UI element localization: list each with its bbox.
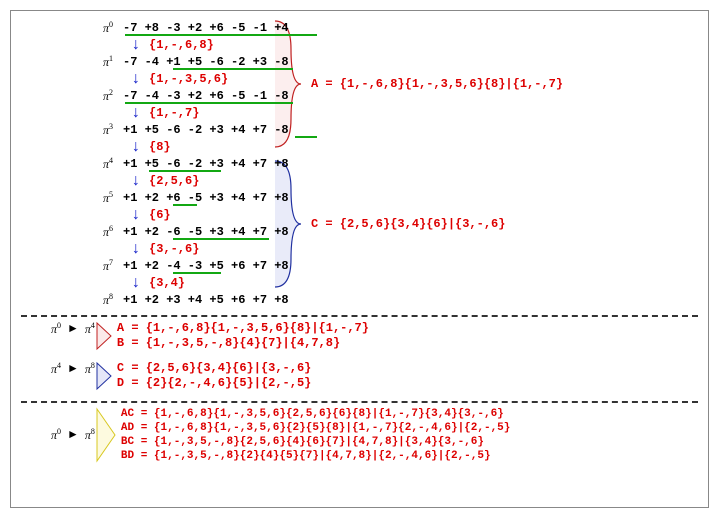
- step-set-4: {2,5,6}: [149, 174, 199, 188]
- combined-section: π0 ► π8 AC = {1,-,6,8}{1,-,3,5,6}{2,5,6}…: [21, 407, 698, 463]
- down-arrow-icon: ↓: [131, 277, 145, 289]
- perm-4: +1 +5 -6 -2 +3 +4 +7 +8: [123, 157, 289, 171]
- step-set-6: {3,-,6}: [149, 242, 199, 256]
- step-7: ↓ {3,4}: [131, 275, 698, 291]
- divider-2: [21, 401, 698, 403]
- set-AC: AC = {1,-,6,8}{1,-,3,5,6}{2,5,6}{6}{8}|{…: [121, 407, 510, 421]
- pi-label-4: π4: [81, 156, 113, 172]
- pi4-inline: π4: [85, 321, 95, 337]
- perm-row-1: π1 -7 -4 +1 +5 -6 -2 +3 -8: [81, 53, 698, 71]
- play-icon: ►: [67, 361, 79, 376]
- down-arrow-icon: ↓: [131, 39, 145, 51]
- step-set-3: {8}: [149, 140, 171, 154]
- perm-7: +1 +2 -4 -3 +5 +6 +7 +8: [123, 259, 289, 273]
- divider-1: [21, 315, 698, 317]
- step-set-0: {1,-,6,8}: [149, 38, 214, 52]
- pi0-inline2: π0: [51, 427, 61, 443]
- down-arrow-icon: ↓: [131, 141, 145, 153]
- pi-label-6: π6: [81, 224, 113, 240]
- step-set-1: {1,-,3,5,6}: [149, 72, 228, 86]
- perm-1: -7 -4 +1 +5 -6 -2 +3 -8: [123, 55, 289, 69]
- perm-row-7: π7 +1 +2 -4 -3 +5 +6 +7 +8: [81, 257, 698, 275]
- wedge-red-icon: [95, 321, 113, 351]
- pi8-inline: π8: [85, 361, 95, 377]
- step-3: ↓ {8}: [131, 139, 698, 155]
- step-set-5: {6}: [149, 208, 171, 222]
- set-B: B = {1,-,3,5,-,8}{4}{7}|{4,7,8}: [117, 336, 369, 351]
- perm-row-6: π6 +1 +2 -6 -5 +3 +4 +7 +8: [81, 223, 698, 241]
- perm-row-3: π3 +1 +5 -6 -2 +3 +4 +7 -8: [81, 121, 698, 139]
- pi4-inline2: π4: [51, 361, 61, 377]
- step-2: ↓ {1,-,7}: [131, 105, 698, 121]
- perm-row-2: π2 -7 -4 -3 +2 +6 -5 -1 -8: [81, 87, 698, 105]
- wedge-blue-icon: [95, 361, 113, 391]
- step-4: ↓ {2,5,6}: [131, 173, 698, 189]
- perm-6: +1 +2 -6 -5 +3 +4 +7 +8: [123, 225, 289, 239]
- down-arrow-icon: ↓: [131, 243, 145, 255]
- pi0-inline: π0: [51, 321, 61, 337]
- set-A: A = {1,-,6,8}{1,-,3,5,6}{8}|{1,-,7}: [117, 321, 369, 336]
- paths-section: π0 ► π4 A = {1,-,6,8}{1,-,3,5,6}{8}|{1,-…: [21, 321, 698, 391]
- path-pi0-pi8: π0 ► π8 AC = {1,-,6,8}{1,-,3,5,6}{2,5,6}…: [51, 407, 698, 463]
- down-arrow-icon: ↓: [131, 73, 145, 85]
- pi-label-5: π5: [81, 190, 113, 206]
- pi-label-7: π7: [81, 258, 113, 274]
- down-arrow-icon: ↓: [131, 107, 145, 119]
- play-icon: ►: [67, 321, 79, 336]
- down-arrow-icon: ↓: [131, 209, 145, 221]
- perm-0: -7 +8 -3 +2 +6 -5 -1 +4: [123, 21, 289, 35]
- step-set-2: {1,-,7}: [149, 106, 199, 120]
- pi-label-3: π3: [81, 122, 113, 138]
- perm-8: +1 +2 +3 +4 +5 +6 +7 +8: [123, 293, 289, 307]
- diagram-frame: A = {1,-,6,8}{1,-,3,5,6}{8}|{1,-,7} C = …: [10, 10, 709, 508]
- set-D: D = {2}{2,-,4,6}{5}|{2,-,5}: [117, 376, 311, 391]
- step-6: ↓ {3,-,6}: [131, 241, 698, 257]
- step-0: ↓ {1,-,6,8}: [131, 37, 698, 53]
- path-pi0-pi4: π0 ► π4 A = {1,-,6,8}{1,-,3,5,6}{8}|{1,-…: [51, 321, 698, 351]
- pi-label-2: π2: [81, 88, 113, 104]
- down-arrow-icon: ↓: [131, 175, 145, 187]
- perm-2: -7 -4 -3 +2 +6 -5 -1 -8: [123, 89, 289, 103]
- pi-label-8: π8: [81, 292, 113, 308]
- path-pi4-pi8: π4 ► π8 C = {2,5,6}{3,4}{6}|{3,-,6} D = …: [51, 361, 698, 391]
- set-BD: BD = {1,-,3,5,-,8}{2}{4}{5}{7}|{4,7,8}|{…: [121, 449, 510, 463]
- perm-3: +1 +5 -6 -2 +3 +4 +7 -8: [123, 123, 289, 137]
- set-C: C = {2,5,6}{3,4}{6}|{3,-,6}: [117, 361, 311, 376]
- perm-5: +1 +2 +6 -5 +3 +4 +7 +8: [123, 191, 289, 205]
- perm-row-4: π4 +1 +5 -6 -2 +3 +4 +7 +8: [81, 155, 698, 173]
- step-set-7: {3,4}: [149, 276, 185, 290]
- perm-row-5: π5 +1 +2 +6 -5 +3 +4 +7 +8: [81, 189, 698, 207]
- pi-label-0: π0: [81, 20, 113, 36]
- pi8-inline2: π8: [85, 427, 95, 443]
- wedge-yellow-icon: [95, 407, 117, 463]
- set-AD: AD = {1,-,6,8}{1,-,3,5,6}{2}{5}{8}|{1,-,…: [121, 421, 510, 435]
- play-icon: ►: [67, 427, 79, 442]
- set-BC: BC = {1,-,3,5,-,8}{2,5,6}{4}{6}{7}|{4,7,…: [121, 435, 510, 449]
- perm-row-0: π0 -7 +8 -3 +2 +6 -5 -1 +4: [81, 19, 698, 37]
- sequence-section: A = {1,-,6,8}{1,-,3,5,6}{8}|{1,-,7} C = …: [21, 19, 698, 309]
- pi-label-1: π1: [81, 54, 113, 70]
- perm-row-8: π8 +1 +2 +3 +4 +5 +6 +7 +8: [81, 291, 698, 309]
